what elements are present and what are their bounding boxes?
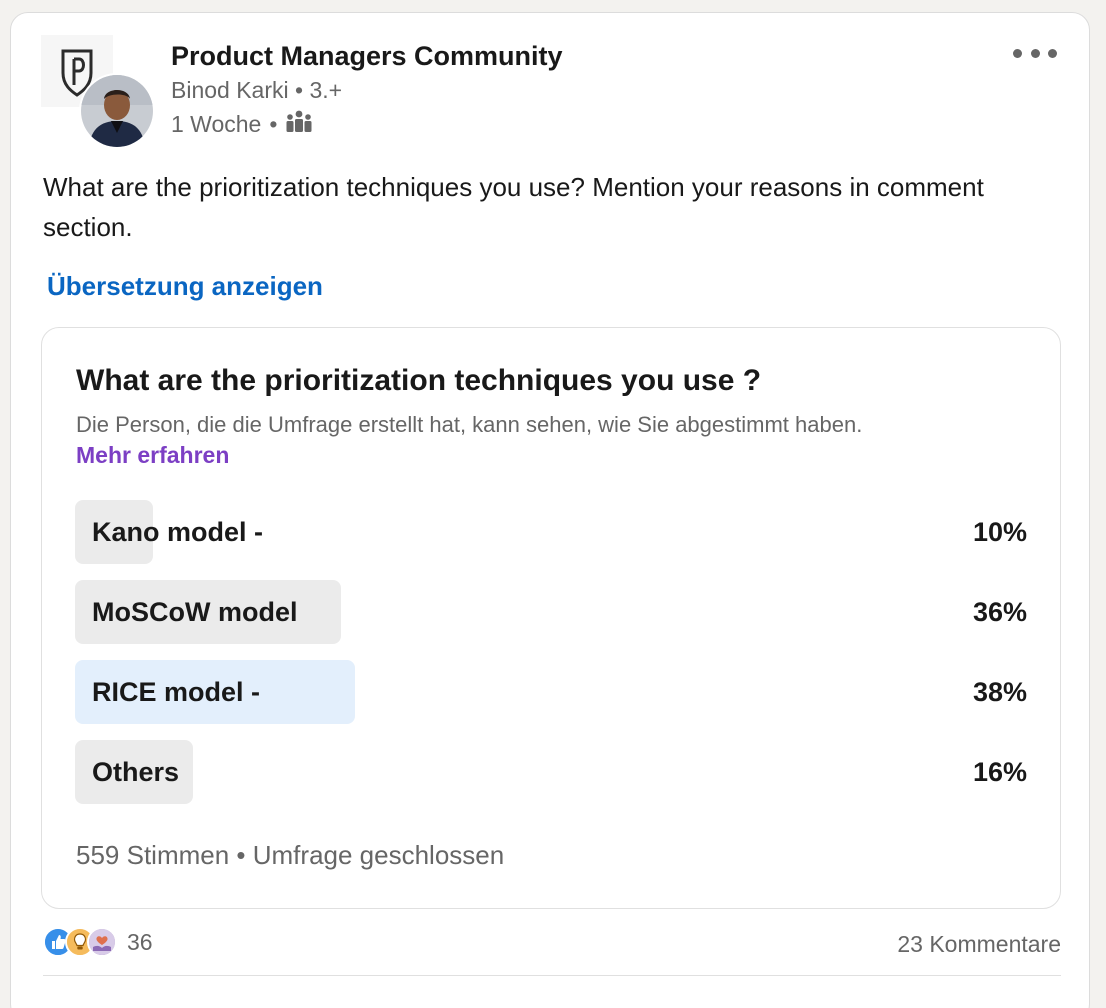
post-meta: 1 Woche • [171,109,313,139]
group-name[interactable]: Product Managers Community [171,41,563,72]
show-translation-link[interactable]: Übersetzung anzeigen [47,271,323,302]
poll-option: Kano model - 10% [75,500,1027,564]
poll-option: Others 16% [75,740,1027,804]
connection-degree: 3.+ [309,77,343,103]
support-icon [87,927,117,957]
post-text: What are the prioritization techniques y… [43,172,984,242]
learn-more-link[interactable]: Mehr erfahren [76,442,229,469]
poll-status: Umfrage geschlossen [252,840,505,870]
more-dots-icon[interactable] [1013,43,1057,63]
poll: What are the prioritization techniques y… [41,327,1061,909]
divider [43,975,1061,976]
poll-option-label: MoSCoW model [92,597,298,627]
poll-option-percent: 10% [972,517,1027,547]
poll-options: Kano model - 10% MoSCoW model 36% RICE m… [75,500,1027,820]
poll-option-label: Others [92,757,180,787]
separator-dot: • [269,110,278,137]
poll-footer: 559 Stimmen • Umfrage geschlossen [76,840,504,871]
dot [1048,48,1057,58]
reactions[interactable]: 36 [43,927,153,957]
poll-privacy-note: Die Person, die die Umfrage erstellt hat… [76,412,863,437]
poll-votes[interactable]: 559 Stimmen [76,840,229,870]
dot [1030,48,1040,58]
poll-option: RICE model - 38% [75,660,1027,724]
post-time: 1 Woche [171,110,262,137]
group-visibility-icon [285,109,313,139]
social-counts: 36 23 Kommentare [43,927,1061,961]
comments-count[interactable]: 23 Kommentare [897,931,1061,958]
poll-option-percent: 36% [972,597,1027,627]
dot [1013,48,1022,58]
poll-option-percent: 16% [972,757,1027,787]
poll-option-percent: 38% [972,677,1027,707]
poll-option-label: Kano model - [92,517,264,547]
author-name[interactable]: Binod Karki [171,77,289,103]
separator-dot: • [236,840,253,870]
poll-option: MoSCoW model 36% [75,580,1027,644]
poll-option-label: RICE model - [92,677,261,707]
author-line: Binod Karki • 3.+ [171,77,342,104]
author-avatar[interactable] [79,73,155,149]
poll-question: What are the prioritization techniques y… [76,364,762,397]
post-card: Product Managers Community Binod Karki •… [10,12,1090,1008]
reaction-count[interactable]: 36 [127,929,153,956]
post-header: Product Managers Community Binod Karki •… [11,13,1089,173]
separator-dot: • [295,77,304,103]
